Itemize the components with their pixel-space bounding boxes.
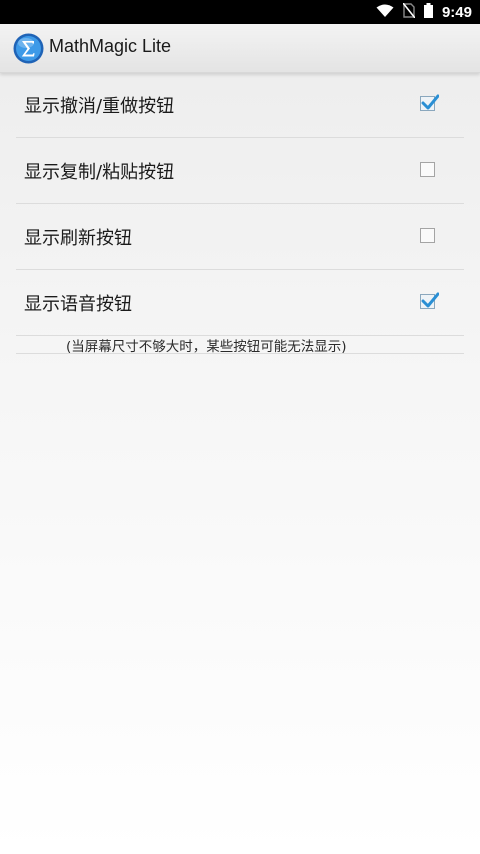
pref-label: 显示刷新按钮	[24, 227, 132, 249]
no-sim-icon	[402, 2, 416, 22]
checkmark-icon	[421, 94, 439, 110]
status-bar: 9:49	[0, 0, 480, 24]
pref-row-refresh[interactable]: 显示刷新按钮	[16, 204, 464, 270]
wifi-icon	[376, 3, 394, 22]
pref-label: 显示复制/粘贴按钮	[24, 161, 175, 183]
copy-paste-checkbox[interactable]	[420, 162, 435, 177]
pref-label: 显示撤消/重做按钮	[24, 95, 175, 117]
pref-row-copy-paste[interactable]: 显示复制/粘贴按钮	[16, 138, 464, 204]
pref-row-undo-redo[interactable]: 显示撤消/重做按钮	[16, 72, 464, 138]
pref-label: 显示语音按钮	[24, 293, 132, 315]
pref-row-voice[interactable]: 显示语音按钮	[16, 270, 464, 336]
app-title: MathMagic Lite	[49, 36, 172, 56]
hint-footer: (当屏幕尺寸不够大时，某些按钮可能无法显示)	[16, 333, 464, 355]
preference-list: 显示撤消/重做按钮 显示复制/粘贴按钮 显示刷新按钮 显示语音按钮	[16, 72, 464, 336]
status-time: 9:49	[441, 3, 472, 21]
status-icons: 9:49	[376, 0, 472, 24]
app-bar: MathMagic Lite	[0, 24, 480, 73]
sigma-logo-icon	[13, 33, 44, 64]
undo-redo-checkbox[interactable]	[420, 94, 439, 111]
checkmark-icon	[421, 292, 439, 308]
voice-checkbox[interactable]	[420, 292, 439, 309]
refresh-checkbox[interactable]	[420, 228, 435, 243]
battery-icon	[423, 2, 433, 22]
hint-text: (当屏幕尺寸不够大时，某些按钮可能无法显示)	[66, 339, 347, 355]
